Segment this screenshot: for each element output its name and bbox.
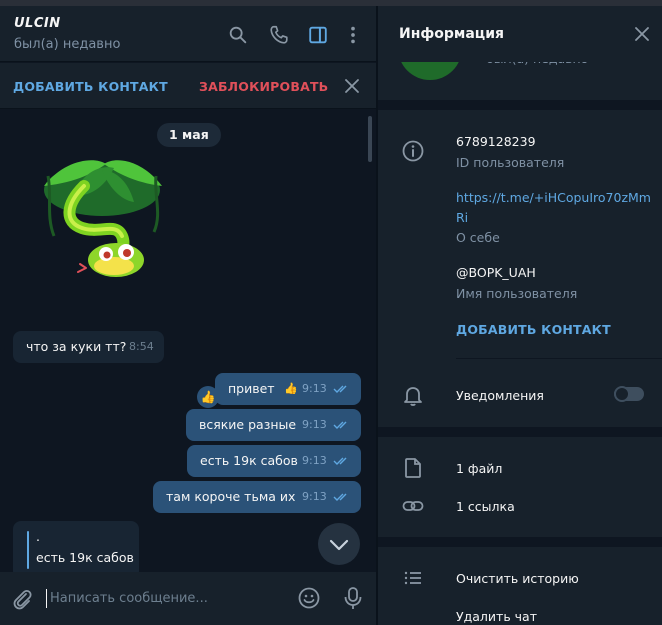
shared-files-link[interactable]: 1 файл [456, 461, 502, 476]
bell-icon [404, 387, 422, 406]
message-reaction[interactable]: 👍 [284, 373, 298, 405]
message-time: 9:13 [302, 382, 327, 395]
chat-status: был(а) недавно [14, 37, 121, 52]
read-ticks-icon [333, 493, 347, 501]
reply-message[interactable]: . есть 19к сабов [13, 521, 139, 579]
shared-links-link[interactable]: 1 ссылка [456, 499, 515, 514]
notifications-label: Уведомления [456, 388, 544, 403]
message-outgoing[interactable]: там короче тьма их 9:13 [153, 481, 361, 513]
chat-header[interactable]: ULCIN был(а) недавно [0, 6, 376, 62]
contact-action-bar: ДОБАВИТЬ КОНТАКТ ЗАБЛОКИРОВАТЬ [0, 63, 376, 109]
message-list[interactable]: 1 мая что за куки тт? 8:54 👍 привет 👍 9:… [0, 110, 376, 579]
scroll-to-bottom-button[interactable] [318, 523, 360, 565]
info-icon [402, 140, 424, 162]
snake-sticker[interactable] [24, 156, 172, 282]
section-divider [456, 358, 662, 359]
toggle-knob [614, 386, 630, 402]
attach-icon[interactable] [10, 587, 34, 611]
close-icon[interactable] [633, 25, 651, 43]
mic-icon[interactable] [342, 586, 364, 610]
date-separator: 1 мая [157, 123, 221, 147]
add-contact-button[interactable]: ДОБАВИТЬ КОНТАКТ [13, 79, 168, 94]
chevron-down-icon [329, 539, 349, 551]
read-ticks-icon [333, 457, 347, 465]
message-list-scrollbar[interactable] [368, 116, 372, 162]
message-outgoing[interactable]: всякие разные 9:13 [186, 409, 361, 441]
text-caret [46, 589, 47, 608]
emoji-icon[interactable] [297, 586, 321, 610]
section-separator [378, 537, 662, 547]
delete-chat-button[interactable]: Удалить чат [456, 609, 537, 624]
info-panel: был(а) недавно Информация 6789128239 ID … [378, 6, 662, 625]
message-outgoing[interactable]: привет 👍 9:13 [215, 373, 361, 405]
sidebar-toggle-icon[interactable] [307, 24, 329, 46]
composer [0, 572, 376, 625]
username-value[interactable]: @BOPK_UAH [456, 265, 536, 280]
close-icon[interactable] [343, 77, 361, 95]
user-id-label: ID пользователя [456, 155, 565, 170]
message-time: 9:13 [302, 454, 327, 467]
message-time: 8:54 [129, 340, 154, 353]
file-icon [405, 458, 421, 478]
reply-quoted-text: . [36, 529, 40, 544]
read-ticks-icon [333, 421, 347, 429]
phone-icon[interactable] [268, 24, 290, 46]
reply-quote-bar [27, 531, 29, 569]
about-label: О себе [456, 230, 500, 245]
chat-title[interactable]: ULCIN [14, 16, 61, 31]
clear-history-button[interactable]: Очистить историю [456, 571, 579, 586]
section-separator [378, 427, 662, 437]
read-ticks-icon [333, 385, 347, 393]
message-text: привет [228, 381, 275, 396]
reply-text: есть 19к сабов [36, 550, 134, 565]
about-link[interactable]: https://t.me/+iHCopuIro70zMmRi [456, 188, 652, 228]
message-input[interactable] [50, 586, 280, 610]
message-text: есть 19к сабов [200, 453, 298, 468]
block-user-button[interactable]: ЗАБЛОКИРОВАТЬ [199, 79, 328, 94]
list-icon [404, 571, 421, 585]
message-time: 9:13 [302, 418, 327, 431]
message-time: 9:13 [302, 490, 327, 503]
info-title: Информация [399, 26, 504, 42]
message-text: что за куки тт? [26, 339, 127, 354]
notifications-toggle[interactable] [614, 386, 644, 402]
search-icon[interactable] [227, 24, 249, 46]
section-separator [378, 100, 662, 110]
username-label: Имя пользователя [456, 286, 578, 301]
message-incoming[interactable]: что за куки тт? 8:54 [13, 331, 164, 363]
message-outgoing[interactable]: есть 19к сабов 9:13 [187, 445, 361, 477]
message-text: там короче тьма их [166, 489, 296, 504]
chat-pane: ULCIN был(а) недавно ДОБАВИТЬ КОНТАКТ ЗА… [0, 6, 376, 625]
add-contact-button[interactable]: ДОБАВИТЬ КОНТАКТ [456, 322, 611, 337]
message-text: всякие разные [199, 417, 297, 432]
user-id-value[interactable]: 6789128239 [456, 134, 536, 149]
link-icon [402, 501, 424, 511]
more-vert-icon[interactable] [342, 24, 364, 46]
info-header: Информация [378, 6, 662, 62]
